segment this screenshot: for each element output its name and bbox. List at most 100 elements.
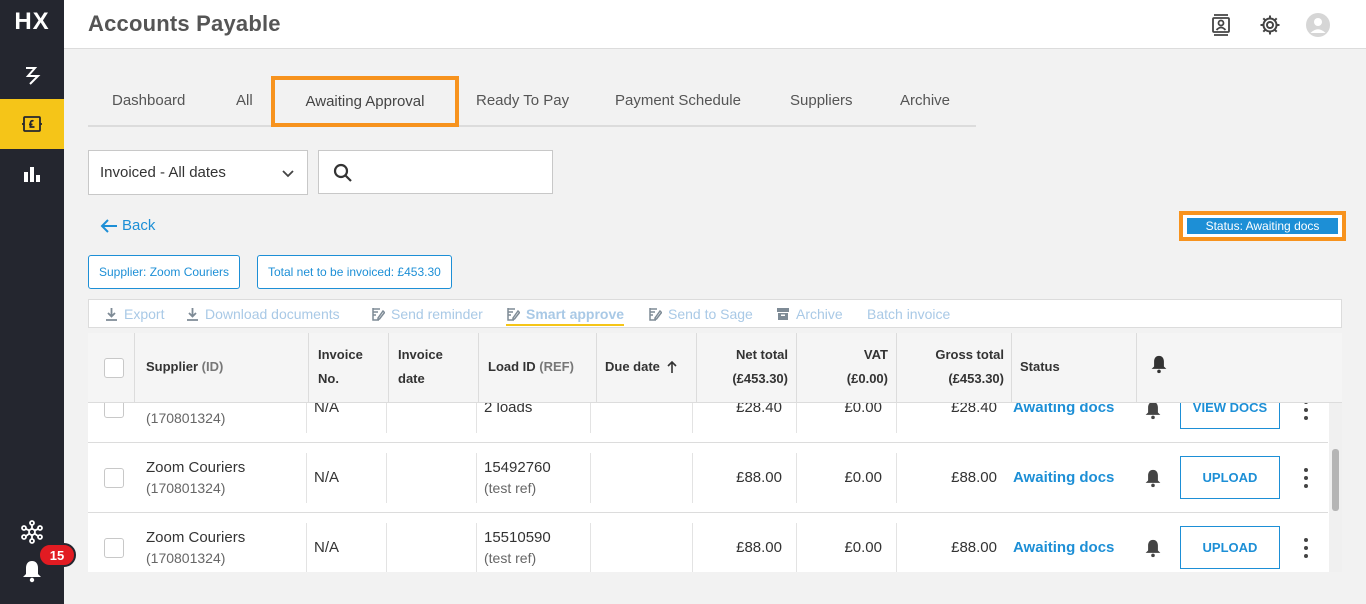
tab-ready-to-pay[interactable]: Ready To Pay bbox=[476, 92, 569, 109]
header-gross-total[interactable]: Gross total (£453.30) bbox=[908, 343, 1004, 391]
search-box[interactable] bbox=[318, 150, 553, 194]
row-net-total: £88.00 bbox=[736, 469, 782, 486]
tab-dashboard[interactable]: Dashboard bbox=[112, 92, 185, 109]
total-net-chip: Total net to be invoiced: £453.30 bbox=[257, 255, 452, 289]
header-supplier[interactable]: Supplier (ID) bbox=[146, 355, 223, 379]
table-row[interactable]: Zoom Couriers (170801324) N/A 15510590 (… bbox=[88, 513, 1328, 572]
action-toolbar: Export Download documents Send reminder … bbox=[88, 299, 1342, 328]
sidebar-item-reports[interactable] bbox=[0, 149, 64, 199]
table-scrollbar[interactable] bbox=[1329, 403, 1342, 572]
select-all-checkbox[interactable] bbox=[104, 358, 124, 378]
header-net-total[interactable]: Net total (£453.30) bbox=[708, 343, 788, 391]
download-icon bbox=[106, 308, 117, 321]
settings-button[interactable] bbox=[1257, 12, 1283, 38]
invoices-table: Supplier (ID) Invoice No. Invoice date Loa… bbox=[88, 333, 1342, 572]
bell-icon[interactable] bbox=[1144, 468, 1162, 488]
chevron-down-icon bbox=[282, 170, 294, 178]
network-icon bbox=[21, 520, 43, 544]
sidebar-item-transport[interactable] bbox=[0, 50, 64, 100]
sidebar: HX 15 bbox=[0, 0, 76, 604]
row-supplier[interactable]: Zoom Couriers bbox=[146, 459, 245, 476]
date-filter-value: Invoiced - All dates bbox=[100, 164, 226, 181]
archive-label: Archive bbox=[796, 306, 843, 322]
bell-icon bbox=[1151, 355, 1167, 374]
send-reminder-button[interactable]: Send reminder bbox=[371, 306, 483, 322]
header-invoice-no[interactable]: Invoice No. bbox=[318, 343, 363, 391]
row-checkbox[interactable] bbox=[104, 538, 124, 558]
archive-button[interactable]: Archive bbox=[776, 306, 843, 322]
status-filter-highlight: Status: Awaiting docs bbox=[1179, 211, 1346, 241]
batch-invoice-label: Batch invoice bbox=[867, 306, 951, 322]
row-status-link[interactable]: Awaiting docs bbox=[1013, 539, 1114, 556]
header-due-date[interactable]: Due date bbox=[605, 355, 678, 379]
send-to-sage-button[interactable]: Send to Sage bbox=[648, 306, 753, 322]
supplier-chip[interactable]: Supplier: Zoom Couriers bbox=[88, 255, 241, 289]
scrollbar-thumb[interactable] bbox=[1332, 449, 1339, 511]
tab-archive[interactable]: Archive bbox=[900, 92, 950, 109]
row-invoice-no: N/A bbox=[314, 539, 340, 556]
row-checkbox[interactable] bbox=[104, 468, 124, 488]
bar-chart-icon bbox=[24, 167, 40, 182]
row-load-id[interactable]: 15510590 bbox=[484, 529, 551, 546]
top-bar: Accounts Payable bbox=[64, 0, 1366, 49]
smart-approve-button[interactable]: Smart approve bbox=[506, 306, 625, 326]
search-icon bbox=[333, 163, 352, 182]
batch-invoice-button[interactable]: Batch invoice bbox=[867, 306, 950, 322]
header-vat[interactable]: VAT (£0.00) bbox=[808, 343, 888, 391]
user-avatar[interactable] bbox=[1305, 12, 1331, 38]
invoice-pound-icon bbox=[22, 116, 42, 132]
date-filter-select[interactable]: Invoiced - All dates bbox=[88, 150, 308, 195]
bell-icon bbox=[23, 561, 41, 583]
header-load-id[interactable]: Load ID (REF) bbox=[488, 355, 574, 379]
status-filter-chip[interactable]: Status: Awaiting docs bbox=[1187, 218, 1338, 234]
route-icon bbox=[25, 67, 41, 85]
sidebar-item-accounts-payable[interactable] bbox=[0, 99, 64, 149]
search-input[interactable] bbox=[363, 159, 543, 185]
row-supplier-id: (170801324) bbox=[146, 410, 226, 426]
row-vat: £0.00 bbox=[844, 539, 882, 556]
download-documents-button[interactable]: Download documents bbox=[186, 306, 340, 322]
edit-document-icon bbox=[372, 308, 385, 321]
row-menu-button[interactable] bbox=[1300, 538, 1312, 558]
tab-suppliers[interactable]: Suppliers bbox=[790, 92, 853, 109]
tab-awaiting-approval[interactable]: Awaiting Approval bbox=[271, 76, 459, 127]
row-supplier-id: (170801324) bbox=[146, 550, 226, 566]
header-invoice-date[interactable]: Invoice date bbox=[398, 343, 443, 391]
row-load-ref: (test ref) bbox=[484, 480, 537, 496]
table-row[interactable]: Zoom Couriers (170801324) N/A 15492760 (… bbox=[88, 443, 1328, 513]
smart-approve-label: Smart approve bbox=[526, 306, 625, 322]
row-menu-button[interactable] bbox=[1300, 400, 1312, 420]
row-vat: £0.00 bbox=[844, 469, 882, 486]
tab-payment-schedule[interactable]: Payment Schedule bbox=[615, 92, 741, 109]
tab-bar: Dashboard All Awaiting Approval Ready To… bbox=[88, 76, 976, 127]
row-load-id[interactable]: 15492760 bbox=[484, 459, 551, 476]
row-gross-total: £88.00 bbox=[951, 539, 997, 556]
row-invoice-no: N/A bbox=[314, 469, 340, 486]
download-documents-label: Download documents bbox=[205, 306, 340, 322]
notification-badge: 15 bbox=[38, 543, 76, 567]
tab-all[interactable]: All bbox=[236, 92, 253, 109]
edit-document-icon bbox=[507, 308, 520, 321]
bell-icon[interactable] bbox=[1144, 400, 1162, 420]
upload-button[interactable]: UPLOAD bbox=[1180, 456, 1280, 499]
bell-icon[interactable] bbox=[1144, 538, 1162, 558]
avatar-icon bbox=[1306, 13, 1330, 37]
contacts-button[interactable] bbox=[1208, 12, 1234, 38]
upload-button[interactable]: UPLOAD bbox=[1180, 526, 1280, 569]
header-status[interactable]: Status bbox=[1020, 355, 1060, 379]
tab-awaiting-approval-label: Awaiting Approval bbox=[305, 93, 425, 110]
archive-box-icon bbox=[777, 308, 789, 320]
back-link[interactable]: Back bbox=[100, 217, 155, 234]
row-status-link[interactable]: Awaiting docs bbox=[1013, 469, 1114, 486]
export-button[interactable]: Export bbox=[105, 306, 164, 322]
arrow-up-icon bbox=[667, 360, 677, 373]
arrow-left-icon bbox=[100, 218, 117, 233]
row-supplier[interactable]: Zoom Couriers bbox=[146, 529, 245, 546]
row-menu-button[interactable] bbox=[1300, 468, 1312, 488]
send-reminder-label: Send reminder bbox=[391, 306, 483, 322]
row-supplier-id: (170801324) bbox=[146, 480, 226, 496]
gear-icon bbox=[1260, 15, 1280, 35]
send-to-sage-label: Send to Sage bbox=[668, 306, 753, 322]
row-net-total: £88.00 bbox=[736, 539, 782, 556]
hx-logo: HX bbox=[14, 8, 50, 35]
